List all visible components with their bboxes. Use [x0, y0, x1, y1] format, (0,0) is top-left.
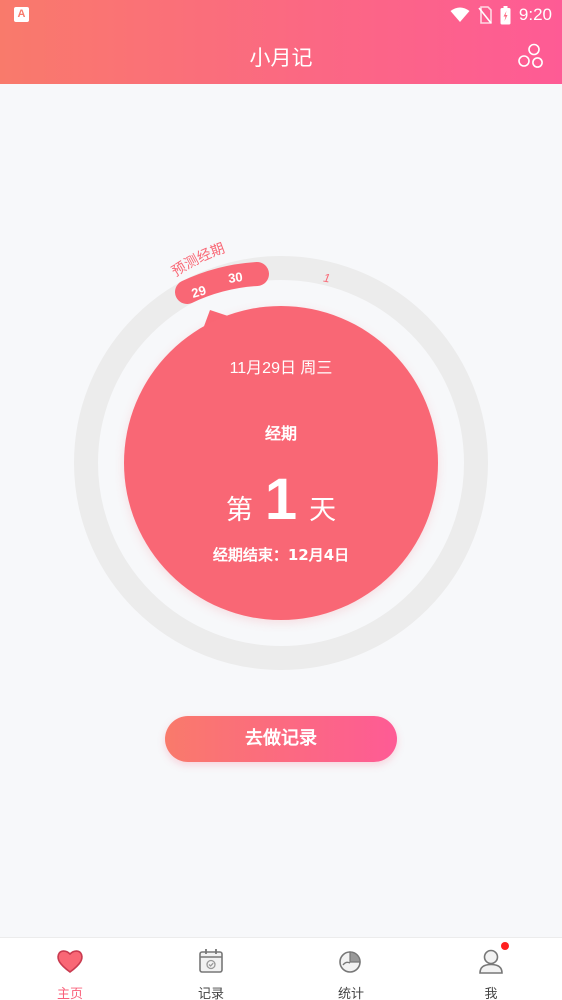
user-icon	[479, 949, 503, 974]
header: A 9:20 小月记	[0, 0, 562, 84]
status-time: 9:20	[518, 5, 552, 24]
no-sim-icon	[478, 6, 492, 24]
share-icon[interactable]	[516, 42, 544, 70]
app-notification-icon: A	[14, 7, 29, 22]
status-bar: A 9:20	[0, 0, 562, 30]
tab-me-label: 我	[484, 987, 498, 1000]
bottom-tab-bar: 主页 记录 统计 我	[0, 937, 562, 1000]
heart-icon	[57, 950, 83, 973]
calendar-icon	[199, 949, 223, 973]
day-prefix: 第	[225, 495, 253, 526]
cycle-status-circle: 11月29日 周三 经期 第1天 经期结束：12月4日	[124, 306, 438, 620]
tab-home[interactable]: 主页	[0, 938, 140, 1000]
tab-me[interactable]: 我	[421, 938, 561, 1000]
wifi-icon	[450, 7, 470, 22]
tab-records-label: 记录	[197, 987, 224, 1000]
tab-stats[interactable]: 统计	[281, 938, 421, 1000]
tab-home-label: 主页	[56, 987, 83, 1000]
day-suffix: 天	[309, 495, 337, 526]
app-title: 小月记	[249, 46, 313, 70]
cycle-phase: 经期	[264, 424, 297, 443]
record-button[interactable]: 去做记录	[165, 716, 397, 762]
cycle-day: 第1天	[124, 466, 438, 533]
predicted-day-30: 30	[227, 269, 243, 286]
pie-chart-icon	[339, 951, 361, 973]
status-indicators: 9:20	[450, 4, 552, 26]
notification-badge	[501, 942, 509, 950]
current-date: 11月29日 周三	[229, 360, 333, 377]
tab-records[interactable]: 记录	[141, 938, 281, 1000]
day-number: 1	[264, 467, 298, 532]
battery-icon	[500, 5, 511, 24]
period-end-date: 经期结束：12月4日	[212, 546, 350, 564]
tab-stats-label: 统计	[337, 987, 364, 1000]
